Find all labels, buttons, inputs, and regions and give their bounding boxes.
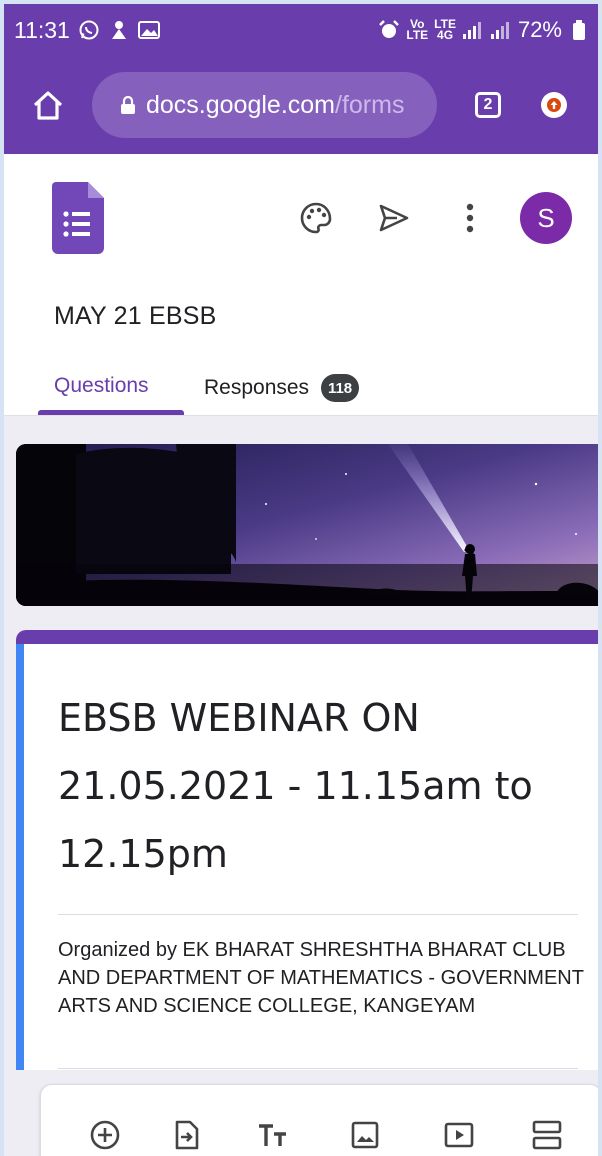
- form-name: MAY 21 EBSB: [54, 302, 217, 330]
- battery-percent: 72%: [517, 17, 562, 42]
- send-icon: [379, 204, 409, 232]
- active-tab-indicator: [38, 410, 184, 415]
- add-title-button[interactable]: [253, 1115, 293, 1155]
- tab-responses[interactable]: Responses 118: [204, 374, 360, 402]
- url-host: docs.google.com: [146, 90, 336, 119]
- add-title-icon: [259, 1124, 286, 1146]
- card-theme-strip: [16, 630, 598, 644]
- tab-switcher-button[interactable]: 2: [475, 92, 501, 118]
- add-question-icon: [90, 1120, 120, 1150]
- tab-responses-label: Responses: [204, 376, 310, 399]
- form-description[interactable]: Organized by EK BHARAT SHRESHTHA BHARAT …: [58, 936, 588, 1020]
- phone-screen: 11:31 Vo LTE LTE 4G 72% docs.google.com …: [0, 0, 602, 1156]
- volte-indicator: Vo LTE: [406, 18, 429, 42]
- notification-icon: [108, 19, 130, 41]
- home-icon: [33, 91, 63, 120]
- account-avatar[interactable]: S: [520, 192, 572, 244]
- add-image-button[interactable]: [345, 1115, 385, 1155]
- home-button[interactable]: [26, 83, 70, 127]
- google-forms-logo-icon[interactable]: [52, 182, 104, 259]
- add-item-toolbar: [40, 1084, 598, 1156]
- lock-icon: [120, 95, 136, 115]
- header-banner-image: [16, 444, 598, 606]
- gallery-icon: [137, 19, 160, 41]
- chrome-update-button[interactable]: [541, 92, 567, 118]
- tab-questions[interactable]: Questions: [54, 374, 149, 398]
- add-video-button[interactable]: [439, 1115, 479, 1155]
- url-path: /forms: [335, 90, 405, 119]
- description-divider: [58, 1068, 578, 1069]
- add-video-icon: [444, 1122, 474, 1148]
- url-bar[interactable]: docs.google.com/forms: [92, 72, 437, 138]
- card-focus-indicator: [16, 644, 24, 1070]
- form-title-line-1: EBSB WEBINAR ON: [58, 696, 420, 740]
- import-questions-button[interactable]: [167, 1115, 207, 1155]
- add-section-icon: [532, 1120, 562, 1150]
- add-image-icon: [351, 1121, 379, 1149]
- signal-2-icon: [490, 19, 512, 41]
- title-divider: [58, 914, 578, 915]
- form-title-line-2: 21.05.2021 - 11.15am to: [58, 764, 533, 808]
- add-section-button[interactable]: [527, 1115, 567, 1155]
- customize-theme-button[interactable]: [294, 196, 338, 240]
- status-bar: 11:31 Vo LTE LTE 4G 72%: [4, 4, 598, 56]
- forms-header: S MAY 21 EBSB Questions Responses 118: [4, 154, 598, 416]
- status-time: 11:31: [14, 16, 70, 43]
- send-button[interactable]: [372, 196, 416, 240]
- update-arrow-icon: [547, 98, 561, 112]
- form-title[interactable]: EBSB WEBINAR ON 21.05.2021 - 11.15am to …: [58, 684, 578, 888]
- responses-count-badge: 118: [321, 374, 360, 402]
- add-question-button[interactable]: [85, 1115, 125, 1155]
- browser-toolbar: docs.google.com/forms 2: [4, 56, 598, 154]
- more-vert-icon: [466, 203, 474, 233]
- lte-line2: 4G: [437, 28, 454, 42]
- battery-icon: [568, 19, 590, 41]
- form-title-line-3: 12.15pm: [58, 832, 228, 876]
- whatsapp-icon: [78, 19, 100, 41]
- import-questions-icon: [175, 1120, 199, 1150]
- signal-icon: [462, 19, 484, 41]
- lte-indicator: LTE 4G: [434, 18, 456, 42]
- palette-icon: [300, 202, 332, 234]
- form-title-card[interactable]: EBSB WEBINAR ON 21.05.2021 - 11.15am to …: [16, 630, 598, 1070]
- alarm-icon: [378, 19, 400, 41]
- more-options-button[interactable]: [448, 196, 492, 240]
- volte-line2: LTE: [406, 28, 429, 42]
